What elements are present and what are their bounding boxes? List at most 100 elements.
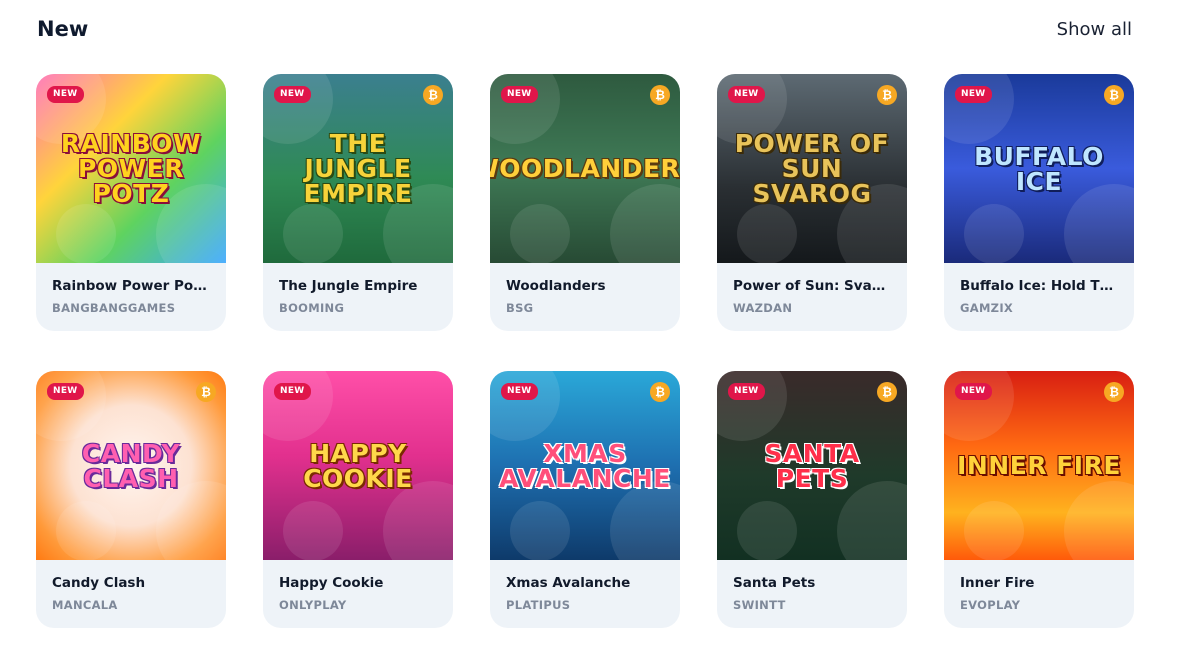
game-provider: WAZDAN <box>733 301 793 315</box>
thumbnail-art <box>490 371 560 441</box>
new-badge: NEW <box>728 86 765 103</box>
game-thumbnail[interactable]: INNER FIRE NEW ₿ <box>944 371 1134 560</box>
thumbnail-logo-text: POWER OF SUN SVAROG <box>734 129 890 208</box>
game-provider: SWINTT <box>733 598 786 612</box>
game-info: The Jungle Empire BOOMING <box>263 263 453 315</box>
section-header: New Show all <box>37 14 1132 44</box>
game-thumbnail[interactable]: BUFFALO ICE NEW ₿ <box>944 74 1134 263</box>
game-thumbnail[interactable]: HAPPY COOKIE NEW <box>263 371 453 560</box>
thumbnail-art <box>156 481 226 560</box>
game-card[interactable]: SANTA PETS NEW ₿ Santa Pets SWINTT <box>717 371 907 628</box>
game-provider: BANGBANGGAMES <box>52 301 176 315</box>
game-info: Candy Clash MANCALA <box>36 560 226 612</box>
thumbnail-logo-text: SANTA PETS <box>764 438 860 493</box>
game-thumbnail[interactable]: CANDY CLASH NEW ₿ <box>36 371 226 560</box>
game-name[interactable]: Rainbow Power Potz … <box>52 278 210 294</box>
game-thumbnail[interactable]: RAINBOW POWER POTZ NEW <box>36 74 226 263</box>
thumbnail-logo-text: XMAS AVALANCHE <box>499 438 671 493</box>
new-badge: NEW <box>274 383 311 400</box>
new-badge: NEW <box>955 383 992 400</box>
game-card[interactable]: THE JUNGLE EMPIRE NEW ₿ The Jungle Empire BO… <box>263 74 453 331</box>
thumbnail-art <box>263 371 333 441</box>
thumbnail-art <box>837 481 907 560</box>
game-provider: GAMZIX <box>960 301 1014 315</box>
new-badge: NEW <box>955 86 992 103</box>
thumbnail-art <box>383 481 453 560</box>
new-badge: NEW <box>501 86 538 103</box>
thumbnail-logo-text: WOODLANDERS <box>490 154 680 183</box>
thumbnail-logo-text: HAPPY COOKIE <box>303 438 413 493</box>
thumbnail-art <box>510 204 570 263</box>
thumbnail-logo-text: BUFFALO ICE <box>974 141 1104 196</box>
thumbnail-art <box>56 204 116 263</box>
thumbnail-logo-text: RAINBOW POWER POTZ <box>60 129 202 208</box>
new-badge: NEW <box>501 383 538 400</box>
game-card[interactable]: XMAS AVALANCHE NEW ₿ Xmas Avalanche PLATIPUS <box>490 371 680 628</box>
game-thumbnail[interactable]: POWER OF SUN SVAROG NEW ₿ <box>717 74 907 263</box>
thumbnail-art <box>610 184 680 263</box>
games-grid: RAINBOW POWER POTZ NEW Rainbow Power Potz … <box>36 74 1134 628</box>
game-card[interactable]: BUFFALO ICE NEW ₿ Buffalo Ice: Hold The … GA… <box>944 74 1134 331</box>
game-card[interactable]: INNER FIRE NEW ₿ Inner Fire EVOPLAY <box>944 371 1134 628</box>
bitcoin-icon: ₿ <box>877 85 897 105</box>
thumbnail-art <box>737 501 797 560</box>
game-name[interactable]: Xmas Avalanche <box>506 575 664 591</box>
thumbnail-logo-text: CANDY CLASH <box>81 438 181 493</box>
game-info: Happy Cookie ONLYPLAY <box>263 560 453 612</box>
game-card[interactable]: POWER OF SUN SVAROG NEW ₿ Power of Sun: Sva… <box>717 74 907 331</box>
game-card[interactable]: RAINBOW POWER POTZ NEW Rainbow Power Potz … <box>36 74 226 331</box>
game-thumbnail[interactable]: THE JUNGLE EMPIRE NEW ₿ <box>263 74 453 263</box>
game-name[interactable]: Buffalo Ice: Hold The … <box>960 278 1118 294</box>
section-title: New <box>37 17 89 41</box>
thumbnail-art <box>964 501 1024 560</box>
game-provider: BSG <box>506 301 534 315</box>
game-provider: MANCALA <box>52 598 118 612</box>
thumbnail-art <box>283 501 343 560</box>
game-provider: EVOPLAY <box>960 598 1021 612</box>
thumbnail-art <box>1064 184 1134 263</box>
game-provider: BOOMING <box>279 301 345 315</box>
game-info: Power of Sun: Svarog WAZDAN <box>717 263 907 315</box>
game-info: Xmas Avalanche PLATIPUS <box>490 560 680 612</box>
new-badge: NEW <box>728 383 765 400</box>
game-info: Woodlanders BSG <box>490 263 680 315</box>
game-name[interactable]: Woodlanders <box>506 278 664 294</box>
thumbnail-art <box>490 74 560 144</box>
bitcoin-icon: ₿ <box>1104 85 1124 105</box>
thumbnail-art <box>36 371 106 441</box>
game-info: Santa Pets SWINTT <box>717 560 907 612</box>
game-thumbnail[interactable]: XMAS AVALANCHE NEW ₿ <box>490 371 680 560</box>
bitcoin-icon: ₿ <box>1104 382 1124 402</box>
bitcoin-icon: ₿ <box>650 85 670 105</box>
thumbnail-art <box>944 371 1014 441</box>
bitcoin-icon: ₿ <box>423 85 443 105</box>
game-name[interactable]: Candy Clash <box>52 575 210 591</box>
game-name[interactable]: The Jungle Empire <box>279 278 437 294</box>
game-info: Inner Fire EVOPLAY <box>944 560 1134 612</box>
thumbnail-logo-text: THE JUNGLE EMPIRE <box>303 129 413 208</box>
new-badge: NEW <box>47 383 84 400</box>
thumbnail-logo-text: INNER FIRE <box>957 451 1121 480</box>
game-name[interactable]: Power of Sun: Svarog <box>733 278 891 294</box>
game-info: Buffalo Ice: Hold The … GAMZIX <box>944 263 1134 315</box>
show-all-link[interactable]: Show all <box>1057 19 1132 40</box>
thumbnail-art <box>283 204 343 263</box>
bitcoin-icon: ₿ <box>196 382 216 402</box>
game-card[interactable]: WOODLANDERS NEW ₿ Woodlanders BSG <box>490 74 680 331</box>
thumbnail-art <box>510 501 570 560</box>
bitcoin-icon: ₿ <box>650 382 670 402</box>
thumbnail-art <box>944 74 1014 144</box>
thumbnail-art <box>717 371 787 441</box>
bitcoin-icon: ₿ <box>877 382 897 402</box>
game-name[interactable]: Inner Fire <box>960 575 1118 591</box>
game-provider: ONLYPLAY <box>279 598 347 612</box>
game-thumbnail[interactable]: SANTA PETS NEW ₿ <box>717 371 907 560</box>
game-name[interactable]: Happy Cookie <box>279 575 437 591</box>
thumbnail-art <box>737 204 797 263</box>
thumbnail-art <box>964 204 1024 263</box>
thumbnail-art <box>56 501 116 560</box>
game-card[interactable]: CANDY CLASH NEW ₿ Candy Clash MANCALA <box>36 371 226 628</box>
game-name[interactable]: Santa Pets <box>733 575 891 591</box>
game-thumbnail[interactable]: WOODLANDERS NEW ₿ <box>490 74 680 263</box>
game-card[interactable]: HAPPY COOKIE NEW Happy Cookie ONLYPLAY <box>263 371 453 628</box>
